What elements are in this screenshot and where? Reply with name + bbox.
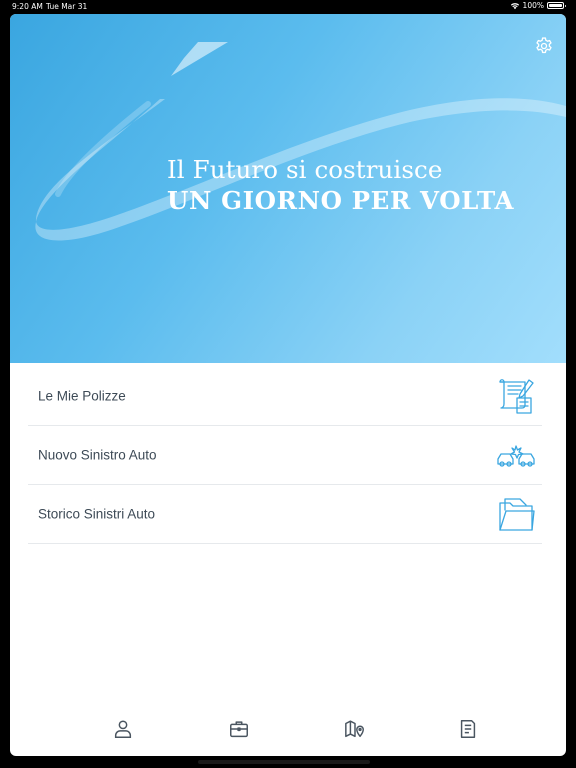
settings-button[interactable]: [534, 36, 554, 56]
folder-icon: [496, 494, 536, 534]
status-date: Tue Mar 31: [46, 2, 88, 11]
document-icon: [460, 720, 476, 738]
briefcase-icon: [230, 721, 248, 738]
hero-tagline-line1: Il Futuro si costruisce: [167, 155, 443, 184]
car-crash-icon: [496, 435, 536, 475]
menu-item-nuovo-sinistro-auto[interactable]: Nuovo Sinistro Auto: [28, 426, 542, 485]
home-indicator: [198, 760, 370, 764]
menu-item-le-mie-polizze[interactable]: Le Mie Polizze: [28, 367, 542, 426]
menu-item-label: Nuovo Sinistro Auto: [38, 447, 157, 463]
tab-map[interactable]: [344, 718, 366, 740]
tab-documents[interactable]: [457, 718, 479, 740]
gear-icon: [536, 37, 552, 54]
person-icon: [114, 720, 132, 738]
tab-profile[interactable]: [112, 718, 134, 740]
status-indicators: 100%: [510, 1, 566, 10]
battery-percent: 100%: [522, 1, 544, 10]
menu-item-label: Le Mie Polizze: [38, 388, 126, 404]
battery-fill: [549, 4, 562, 7]
policy-document-icon: [496, 376, 536, 416]
main-menu: Le Mie Polizze Nuovo Sinistro Auto Stori…: [28, 367, 542, 544]
status-time: 9:20 AM: [12, 2, 43, 11]
map-pin-icon: [345, 720, 364, 738]
app-screen: Il Futuro si costruisce UN GIORNO PER VO…: [10, 14, 566, 756]
tab-bar: [10, 706, 566, 756]
status-bar: 9:20 AM Tue Mar 31 100%: [0, 0, 576, 13]
hero-banner: Il Futuro si costruisce UN GIORNO PER VO…: [10, 14, 566, 363]
hero-tagline-line2: UN GIORNO PER VOLTA: [167, 186, 515, 215]
menu-item-storico-sinistri-auto[interactable]: Storico Sinistri Auto: [28, 485, 542, 544]
tab-policies[interactable]: [228, 718, 250, 740]
wifi-icon: [510, 2, 519, 9]
battery-icon: [547, 2, 566, 9]
menu-item-label: Storico Sinistri Auto: [38, 506, 156, 522]
